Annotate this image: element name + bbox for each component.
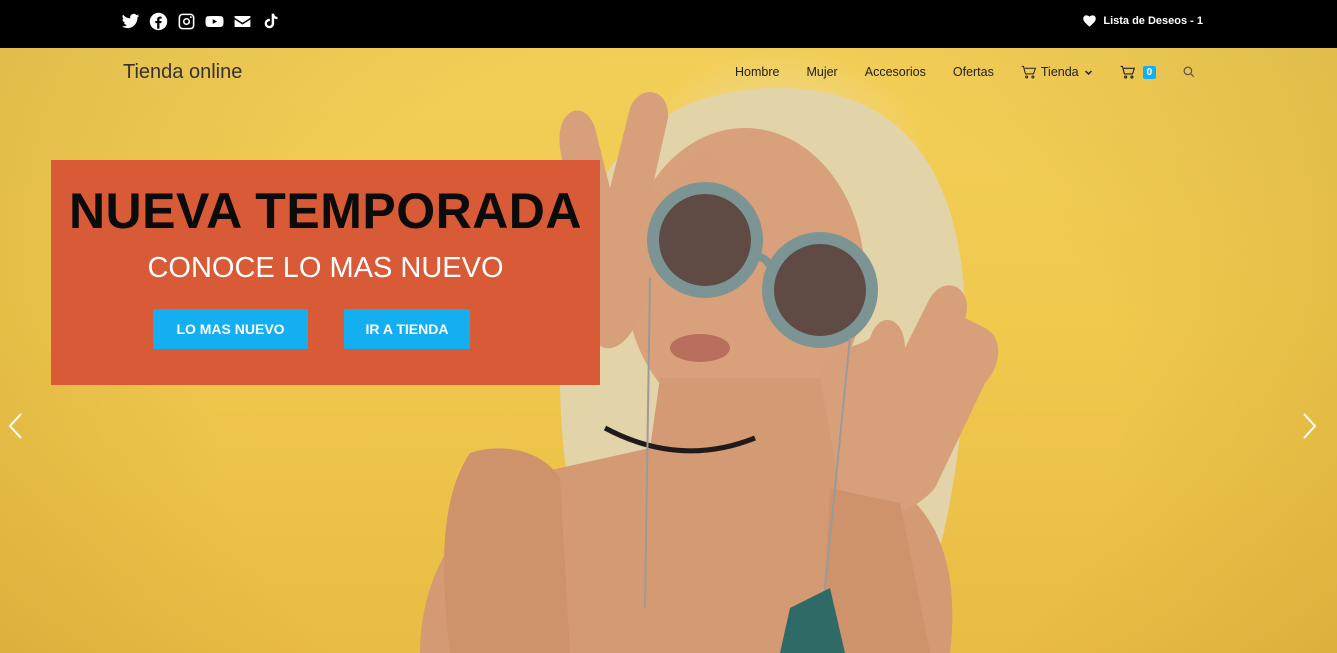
heart-icon xyxy=(1083,15,1097,27)
nav-item-tienda[interactable]: Tienda xyxy=(1021,65,1093,79)
nav-item-accesorios[interactable]: Accesorios xyxy=(865,65,926,79)
slider-prev-button[interactable] xyxy=(6,412,26,440)
wishlist-link[interactable]: Lista de Deseos - 1 xyxy=(1083,15,1203,27)
nav-item-mujer[interactable]: Mujer xyxy=(806,65,837,79)
social-links xyxy=(121,12,280,31)
hero-subtitle: CONOCE LO MAS NUEVO xyxy=(147,252,504,284)
envelope-icon[interactable] xyxy=(233,12,252,31)
main-nav: Hombre Mujer Accesorios Ofertas Tienda 0 xyxy=(735,65,1195,79)
chevron-down-icon xyxy=(1084,69,1092,75)
instagram-icon[interactable] xyxy=(177,12,196,31)
search-button[interactable] xyxy=(1183,66,1195,78)
ir-a-tienda-button[interactable]: IR A TIENDA xyxy=(344,309,470,349)
top-bar: Lista de Deseos - 1 xyxy=(0,0,1337,48)
slider-next-button[interactable] xyxy=(1299,412,1319,440)
nav-item-ofertas[interactable]: Ofertas xyxy=(953,65,994,79)
chevron-left-icon xyxy=(8,413,22,439)
cart-count-badge: 0 xyxy=(1142,65,1157,79)
twitter-icon[interactable] xyxy=(121,12,140,31)
promo-box: NUEVA TEMPORADA CONOCE LO MAS NUEVO LO M… xyxy=(51,160,600,385)
cart-button[interactable]: 0 xyxy=(1120,65,1157,79)
facebook-icon[interactable] xyxy=(149,12,168,31)
cart-icon xyxy=(1120,65,1135,79)
youtube-icon[interactable] xyxy=(205,12,224,31)
tiktok-icon[interactable] xyxy=(261,12,280,31)
hero-title: NUEVA TEMPORADA xyxy=(68,183,583,239)
chevron-right-icon xyxy=(1303,413,1317,439)
lo-mas-nuevo-button[interactable]: LO MAS NUEVO xyxy=(153,309,308,349)
search-icon xyxy=(1183,66,1195,78)
cart-icon xyxy=(1021,65,1036,79)
nav-item-tienda-label: Tienda xyxy=(1040,65,1079,79)
site-brand[interactable]: Tienda online xyxy=(123,61,242,84)
nav-item-hombre[interactable]: Hombre xyxy=(735,65,779,79)
wishlist-label: Lista de Deseos - 1 xyxy=(1103,15,1203,27)
